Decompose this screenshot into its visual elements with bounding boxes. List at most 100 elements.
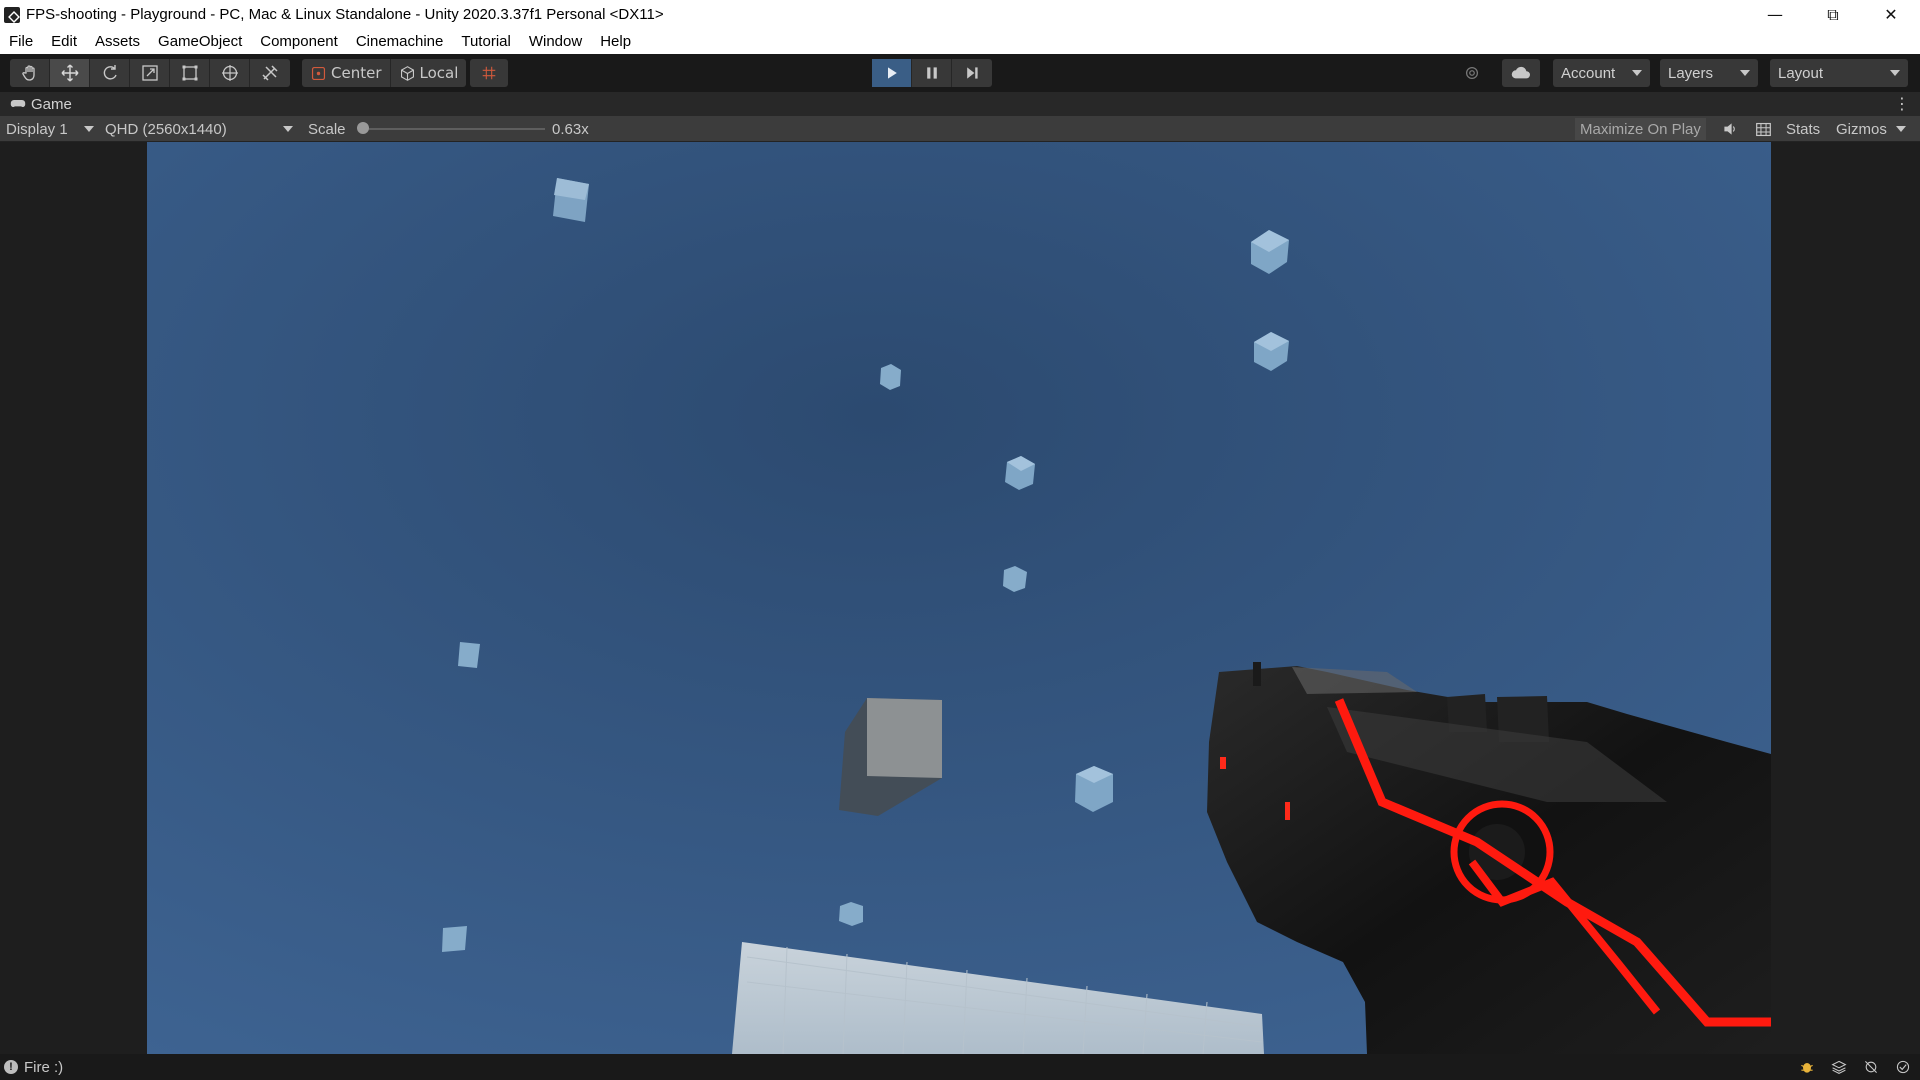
step-button[interactable] xyxy=(952,59,992,87)
main-toolbar: Center Local Account Layers Layout xyxy=(0,54,1920,92)
minimize-icon[interactable]: — xyxy=(1746,0,1804,29)
collab-button[interactable] xyxy=(1453,59,1491,87)
scale-label: Scale xyxy=(308,120,346,138)
account-label: Account xyxy=(1561,64,1616,82)
layout-label: Layout xyxy=(1778,64,1824,82)
grid-snap-icon xyxy=(482,66,496,80)
status-message[interactable]: Fire :) xyxy=(24,1059,63,1076)
play-button[interactable] xyxy=(872,59,912,87)
space-label: Local xyxy=(419,64,459,82)
menu-assets[interactable]: Assets xyxy=(86,33,149,50)
gizmos-label: Gizmos xyxy=(1836,120,1887,138)
layout-grid-toggle[interactable] xyxy=(1755,116,1772,142)
grid-snap-button[interactable] xyxy=(470,59,508,87)
menu-component[interactable]: Component xyxy=(251,33,347,50)
step-icon xyxy=(967,67,978,79)
resolution-dropdown[interactable]: QHD (2560x1440) xyxy=(105,116,295,142)
gizmos-dropdown[interactable]: Gizmos xyxy=(1836,116,1906,142)
chevron-down-icon xyxy=(84,126,94,132)
move-tool-button[interactable] xyxy=(50,59,90,87)
pivot-icon xyxy=(311,66,326,80)
scale-slider-handle[interactable] xyxy=(357,122,369,134)
status-bar: ! Fire :) xyxy=(0,1054,1920,1080)
game-render xyxy=(147,142,1771,1054)
info-icon: ! xyxy=(4,1060,18,1074)
game-view-controls: Display 1 QHD (2560x1440) Scale 0.63x Ma… xyxy=(0,116,1920,142)
move-icon xyxy=(61,64,78,82)
restore-icon[interactable]: ⧉ xyxy=(1804,0,1862,29)
transform-icon xyxy=(221,65,238,81)
maximize-label: Maximize On Play xyxy=(1580,120,1701,138)
menu-edit[interactable]: Edit xyxy=(42,33,86,50)
scale-tool-button[interactable] xyxy=(130,59,170,87)
resolution-label: QHD (2560x1440) xyxy=(105,120,227,138)
rect-tool-button[interactable] xyxy=(170,59,210,87)
play-icon xyxy=(887,67,897,79)
speaker-icon xyxy=(1724,123,1735,135)
grid-icon xyxy=(1756,122,1771,136)
stats-label: Stats xyxy=(1786,120,1821,138)
unity-icon xyxy=(4,6,20,23)
pause-icon xyxy=(926,67,937,79)
layers-dropdown[interactable]: Layers xyxy=(1660,59,1758,87)
game-tab-label: Game xyxy=(31,95,72,113)
transform-tools xyxy=(10,59,290,87)
floating-cube xyxy=(442,926,467,952)
rotate-tool-button[interactable] xyxy=(90,59,130,87)
stats-toggle[interactable]: Stats xyxy=(1786,116,1820,142)
pivot-toggles: Center Local xyxy=(302,59,467,87)
layout-dropdown[interactable]: Layout xyxy=(1770,59,1908,87)
cloud-button[interactable] xyxy=(1502,59,1540,87)
chevron-down-icon xyxy=(1740,70,1750,76)
transform-tool-button[interactable] xyxy=(210,59,250,87)
game-tab-bar: Game ⋮ xyxy=(0,92,1920,116)
check-icon[interactable] xyxy=(1894,1058,1912,1076)
hand-tool-button[interactable] xyxy=(10,59,50,87)
gamepad-icon xyxy=(10,100,26,108)
lighting-off-icon[interactable] xyxy=(1862,1058,1880,1076)
window-title: FPS-shooting - Playground - PC, Mac & Li… xyxy=(26,6,664,23)
pivot-center-button[interactable]: Center xyxy=(302,59,391,87)
game-viewport[interactable] xyxy=(147,142,1771,1054)
floating-cube xyxy=(553,178,589,222)
display-label: Display 1 xyxy=(6,120,68,138)
layers-label: Layers xyxy=(1668,64,1714,82)
local-cube-icon xyxy=(400,65,414,81)
scale-icon xyxy=(141,65,158,81)
menu-help[interactable]: Help xyxy=(591,33,640,50)
title-bar: FPS-shooting - Playground - PC, Mac & Li… xyxy=(0,0,1920,29)
menu-file[interactable]: File xyxy=(0,33,42,50)
maximize-on-play-toggle[interactable]: Maximize On Play xyxy=(1575,118,1706,140)
menu-cinemachine[interactable]: Cinemachine xyxy=(347,33,453,50)
layers-stack-icon[interactable] xyxy=(1830,1058,1848,1076)
window-controls: — ⧉ ✕ xyxy=(1746,0,1920,29)
chevron-down-icon xyxy=(1895,126,1906,132)
hand-icon xyxy=(21,65,35,81)
display-dropdown[interactable]: Display 1 xyxy=(6,116,96,142)
pause-button[interactable] xyxy=(912,59,952,87)
tools-icon xyxy=(262,65,278,81)
floating-cube xyxy=(458,642,480,668)
scale-value: 0.63x xyxy=(552,120,589,138)
cloud-icon xyxy=(1511,66,1530,79)
mute-audio-toggle[interactable] xyxy=(1722,116,1738,142)
rect-icon xyxy=(182,65,197,81)
close-icon[interactable]: ✕ xyxy=(1862,0,1920,29)
status-icons xyxy=(1798,1058,1912,1076)
bug-icon[interactable] xyxy=(1798,1058,1816,1076)
menu-window[interactable]: Window xyxy=(520,33,591,50)
menu-bar: File Edit Assets GameObject Component Ci… xyxy=(0,29,1920,54)
menu-gameobject[interactable]: GameObject xyxy=(149,33,251,50)
chevron-down-icon xyxy=(1632,70,1642,76)
play-controls xyxy=(872,59,992,87)
chevron-down-icon xyxy=(1890,70,1900,76)
more-options-icon[interactable]: ⋮ xyxy=(1894,94,1910,113)
rotate-icon xyxy=(103,65,117,80)
scale-slider-track[interactable] xyxy=(360,128,545,130)
tab-game[interactable]: Game xyxy=(0,92,82,116)
menu-tutorial[interactable]: Tutorial xyxy=(452,33,519,50)
space-local-button[interactable]: Local xyxy=(391,59,467,87)
chevron-down-icon xyxy=(283,126,293,132)
custom-tool-button[interactable] xyxy=(250,59,290,87)
account-dropdown[interactable]: Account xyxy=(1553,59,1650,87)
